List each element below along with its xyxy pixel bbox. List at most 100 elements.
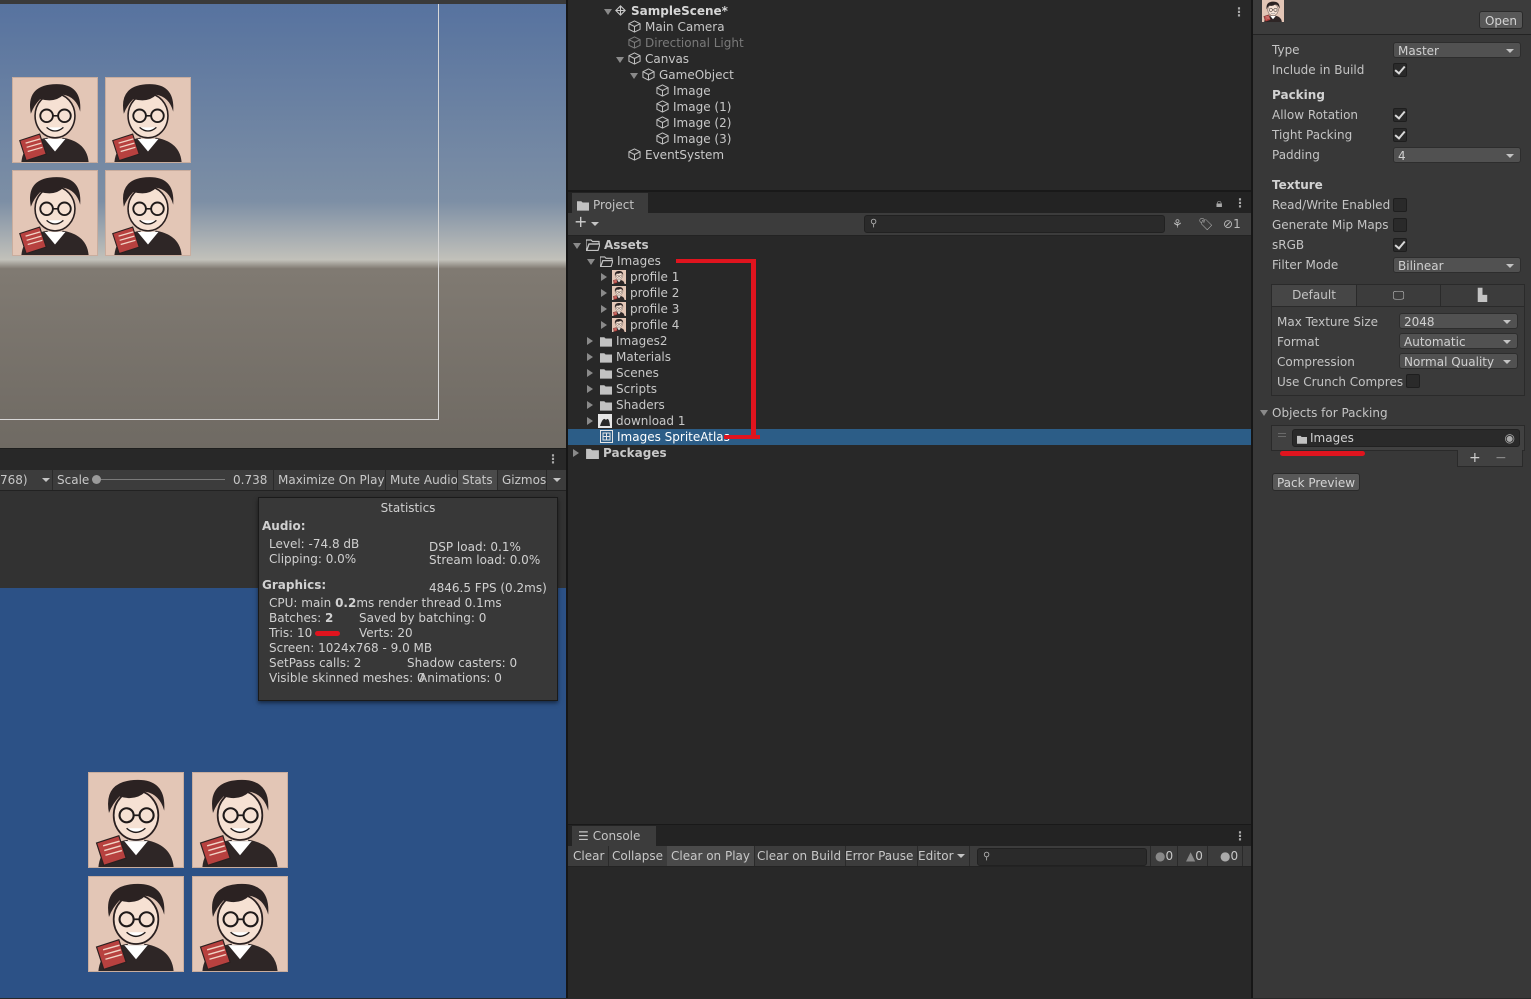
tree-materials[interactable]: Materials [600,349,671,365]
kebab-menu-icon[interactable]: ⋮ [1233,4,1245,20]
log-count-toggle[interactable]: ●0 [1150,846,1179,866]
expand-arrow-icon[interactable] [616,57,624,63]
mip-maps-checkbox[interactable] [1393,218,1407,232]
hierarchy-item-eventsystem[interactable]: EventSystem [628,147,724,163]
chevron-down-icon[interactable] [591,222,599,226]
stats-button[interactable]: Stats [457,470,497,490]
lock-icon[interactable]: 🔒︎ [1216,195,1222,211]
collapse-button[interactable]: Collapse [608,846,668,866]
scene-view[interactable] [0,0,566,448]
drag-handle-icon[interactable] [1278,433,1286,434]
open-button[interactable]: Open [1479,11,1523,29]
tab-console[interactable]: ☰ Console [572,826,656,846]
platform-tab-android[interactable]: ▙ [1441,285,1524,306]
read-write-checkbox[interactable] [1393,198,1407,212]
clear-button[interactable]: Clear [569,846,610,866]
slider-thumb[interactable] [92,475,101,484]
tree-profile-2[interactable]: profile 2 [612,285,679,301]
expand-arrow-icon[interactable] [587,385,593,393]
kebab-menu-icon[interactable]: ⋮ [1234,195,1246,211]
expand-arrow-icon[interactable] [587,353,593,361]
expand-arrow-icon[interactable] [587,259,595,265]
scale-slider[interactable]: Scale 0.738 [52,470,279,490]
object-picker-icon[interactable]: ◉ [1505,430,1515,446]
expand-arrow-icon[interactable] [587,401,593,409]
warning-count-toggle[interactable]: ▲0 [1182,846,1208,866]
filter-mode-dropdown[interactable]: Bilinear [1393,257,1521,273]
srgb-checkbox[interactable] [1393,238,1407,252]
type-dropdown[interactable]: Master [1393,42,1521,58]
expand-arrow-icon[interactable] [601,289,607,297]
expand-arrow-icon[interactable] [587,417,593,425]
tree-assets[interactable]: Assets [586,237,649,253]
object-field-images[interactable]: Images ◉ [1292,429,1520,447]
hierarchy-item-image[interactable]: Image [656,83,711,99]
filter-by-type-icon[interactable]: ⚘ [1172,216,1183,232]
hierarchy-item-image-2[interactable]: Image (2) [656,115,731,131]
tree-images2[interactable]: Images2 [600,333,667,349]
tree-shaders[interactable]: Shaders [600,397,665,413]
expand-arrow-icon[interactable] [604,9,612,15]
editor-dropdown[interactable]: Editor [914,846,970,866]
kebab-menu-icon[interactable]: ⋮ [1234,828,1246,844]
tree-profile-4[interactable]: profile 4 [612,317,679,333]
hierarchy-item-gameobject[interactable]: GameObject [642,67,734,83]
tight-packing-checkbox[interactable] [1393,128,1407,142]
format-dropdown[interactable]: Automatic [1399,333,1518,349]
error-pause-toggle[interactable]: Error Pause [841,846,919,866]
maximize-on-play-button[interactable]: Maximize On Play [273,470,389,490]
padding-dropdown[interactable]: 4 [1393,147,1521,163]
tree-profile-3[interactable]: profile 3 [612,301,679,317]
platform-tab-standalone[interactable]: 🖵︎ [1357,285,1441,306]
hierarchy-item-directional-light[interactable]: Directional Light [628,35,744,51]
expand-arrow-icon[interactable] [601,305,607,313]
expand-arrow-icon[interactable] [573,243,581,249]
include-in-build-checkbox[interactable] [1393,63,1407,77]
scene-sprite-1[interactable] [12,77,98,163]
clear-on-build-toggle[interactable]: Clear on Build [753,846,847,866]
platform-tab-default[interactable]: Default [1272,285,1357,306]
error-count-toggle[interactable]: ●0 [1216,846,1244,866]
scene-sprite-3[interactable] [12,170,98,256]
scene-sprite-2[interactable] [105,77,191,163]
project-panel: Project 🔒︎ ⋮ + ⚲ ⚘ 🏷︎ ⊘1 Assets Images p… [568,190,1251,826]
tree-scripts[interactable]: Scripts [600,381,657,397]
filter-by-label-icon[interactable]: 🏷︎ [1198,216,1213,232]
expand-arrow-icon[interactable] [601,273,607,281]
expand-arrow-icon[interactable] [573,449,579,457]
gizmos-dropdown[interactable] [546,470,567,490]
kebab-menu-icon[interactable]: ⋮ [547,451,559,467]
expand-arrow-icon[interactable] [630,73,638,79]
expand-arrow-icon[interactable] [601,321,607,329]
clear-on-play-toggle[interactable]: Clear on Play [667,846,755,866]
allow-rotation-checkbox[interactable] [1393,108,1407,122]
crunch-checkbox[interactable] [1406,374,1420,388]
max-texture-size-dropdown[interactable]: 2048 [1399,313,1518,329]
resolution-dropdown[interactable]: 768) [0,470,54,490]
expand-arrow-icon[interactable] [587,369,593,377]
scene-sprite-4[interactable] [105,170,191,256]
tree-images[interactable]: Images [600,253,661,269]
tree-download-1[interactable]: download 1 [598,413,685,429]
hierarchy-item-main-camera[interactable]: Main Camera [628,19,725,35]
hierarchy-item-image-3[interactable]: Image (3) [656,131,731,147]
gizmos-button[interactable]: Gizmos [497,470,550,490]
hierarchy-item-canvas[interactable]: Canvas [628,51,689,67]
add-item-icon[interactable]: + [1469,450,1481,466]
compression-dropdown[interactable]: Normal Quality [1399,353,1518,369]
tree-packages[interactable]: Packages [586,445,667,461]
create-plus-icon[interactable]: + [574,214,587,230]
tree-images-spriteatlas[interactable]: Images SpriteAtlas [568,429,1251,445]
expand-arrow-icon[interactable] [587,337,593,345]
project-search-input[interactable]: ⚲ [864,215,1165,233]
mute-audio-button[interactable]: Mute Audio [385,470,462,490]
scene-root[interactable]: SampleScene* [614,3,728,19]
tree-scenes[interactable]: Scenes [600,365,659,381]
expand-arrow-icon[interactable] [1260,410,1268,416]
pack-preview-button[interactable]: Pack Preview [1272,473,1360,491]
hidden-packages-toggle[interactable]: ⊘1 [1223,216,1241,232]
hierarchy-item-image-1[interactable]: Image (1) [656,99,731,115]
tree-profile-1[interactable]: profile 1 [612,269,679,285]
remove-item-icon[interactable]: − [1495,450,1507,466]
console-search-input[interactable]: ⚲ [977,848,1147,866]
